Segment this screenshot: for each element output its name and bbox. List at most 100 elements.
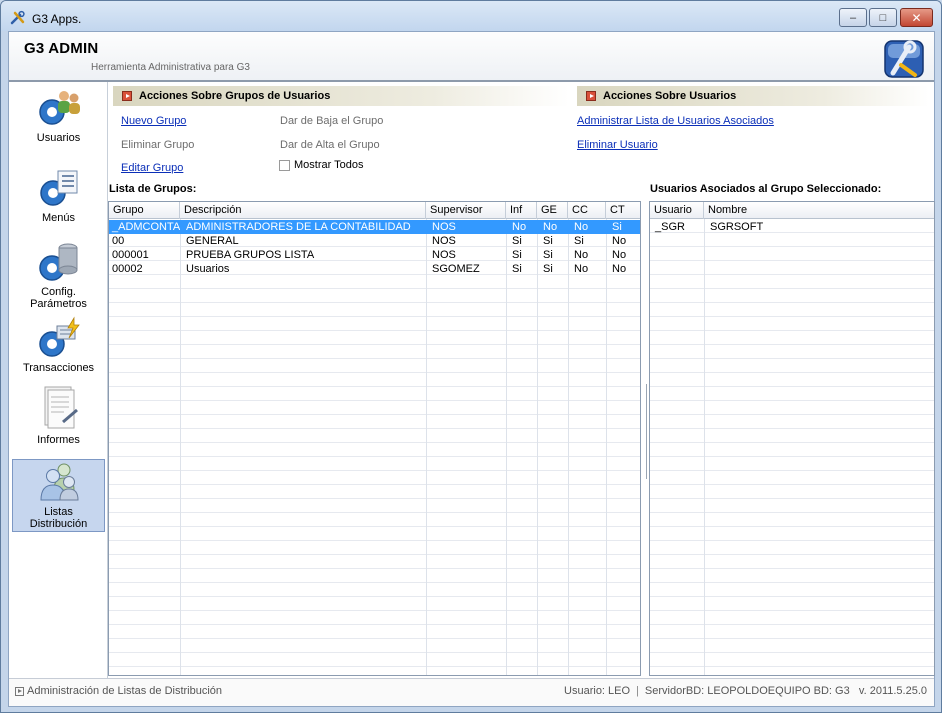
sidebar-item-label: Usuarios bbox=[36, 132, 81, 144]
column-divider bbox=[506, 219, 507, 675]
status-left: Administración de Listas de Distribución bbox=[15, 685, 222, 697]
cell-descripcion: PRUEBA GRUPOS LISTA bbox=[186, 249, 315, 261]
app-header: G3 ADMIN Herramienta Administrativa para… bbox=[9, 32, 934, 82]
menu-gear-icon bbox=[39, 170, 77, 206]
cell-supervisor: NOS bbox=[432, 221, 456, 233]
groups-grid-header: Grupo Descripción Supervisor Inf GE CC C… bbox=[109, 202, 640, 219]
client-area: G3 ADMIN Herramienta Administrativa para… bbox=[8, 31, 935, 707]
status-separator: | bbox=[636, 685, 639, 697]
minimize-button[interactable]: – bbox=[839, 8, 867, 27]
column-header-grupo[interactable]: Grupo bbox=[109, 202, 180, 219]
status-right: Usuario: LEO | ServidorBD: LEOPOLDOEQUIPO … bbox=[564, 685, 927, 697]
app-subtitle: Herramienta Administrativa para G3 bbox=[91, 62, 250, 73]
window-title: G3 Apps. bbox=[32, 12, 82, 26]
sidebar-item-label-line2: Parámetros bbox=[30, 298, 87, 310]
sidebar-item-usuarios[interactable]: Usuarios bbox=[12, 86, 105, 156]
column-divider bbox=[568, 219, 569, 675]
groups-grid[interactable]: Grupo Descripción Supervisor Inf GE CC C… bbox=[108, 201, 641, 676]
column-header-usuario[interactable]: Usuario bbox=[650, 202, 704, 219]
report-icon bbox=[44, 386, 78, 429]
distribution-users-icon bbox=[39, 463, 79, 501]
status-server: ServidorBD: LEOPOLDOEQUIPO bbox=[644, 685, 811, 697]
cell-grupo: 00 bbox=[112, 235, 125, 247]
g3-admin-logo-icon bbox=[884, 40, 924, 78]
column-header-inf[interactable]: Inf bbox=[506, 202, 537, 219]
users-grid-header: Usuario Nombre bbox=[650, 202, 934, 219]
group-actions-header: Acciones Sobre Grupos de Usuarios bbox=[113, 86, 569, 106]
cell-inf: Si bbox=[512, 235, 522, 247]
users-grid[interactable]: Usuario Nombre _SGR SGRSOFT bbox=[649, 201, 935, 676]
sidebar-item-transacciones[interactable]: Transacciones bbox=[12, 316, 105, 384]
cell-nombre: SGRSOFT bbox=[710, 221, 764, 233]
sidebar-item-config-parametros[interactable]: Config. Parámetros bbox=[12, 240, 105, 320]
title-bar[interactable]: G3 Apps. – □ ✕ bbox=[1, 1, 941, 31]
maximize-button[interactable]: □ bbox=[869, 8, 897, 27]
cell-cc: Si bbox=[574, 235, 584, 247]
cell-ct: No bbox=[612, 235, 627, 247]
delete-user-link[interactable]: Eliminar Usuario bbox=[577, 139, 658, 151]
sidebar-item-label: Transacciones bbox=[22, 362, 95, 374]
transactions-gear-icon bbox=[38, 316, 80, 357]
cell-usuario: _SGR bbox=[655, 221, 685, 233]
sidebar-item-label: Listas bbox=[44, 506, 73, 518]
new-group-link[interactable]: Nuevo Grupo bbox=[121, 115, 186, 127]
edit-group-link[interactable]: Editar Grupo bbox=[121, 162, 183, 174]
column-divider bbox=[426, 219, 427, 675]
show-all-checkbox[interactable]: Mostrar Todos bbox=[279, 159, 364, 171]
cell-ge: Si bbox=[543, 249, 553, 261]
sidebar-item-menus[interactable]: Menús bbox=[12, 166, 105, 232]
column-header-nombre[interactable]: Nombre bbox=[704, 202, 934, 219]
main-content: Acciones Sobre Grupos de Usuarios Accion… bbox=[108, 84, 935, 678]
status-arrow-icon bbox=[15, 686, 24, 696]
table-row[interactable]: 00002 Usuarios SGOMEZ Si Si No No bbox=[109, 262, 640, 276]
section-marker-icon bbox=[122, 91, 132, 101]
column-header-ge[interactable]: GE bbox=[537, 202, 568, 219]
section-marker-icon bbox=[586, 91, 596, 101]
deactivate-group-link[interactable]: Dar de Baja el Grupo bbox=[280, 115, 383, 127]
sidebar-item-label: Informes bbox=[37, 434, 80, 446]
status-bar: Administración de Listas de Distribución… bbox=[9, 678, 934, 706]
cell-inf: No bbox=[512, 221, 527, 233]
users-grid-body bbox=[650, 219, 934, 675]
table-row[interactable]: _SGR SGRSOFT bbox=[650, 220, 934, 234]
table-row[interactable]: 00 GENERAL NOS Si Si Si No bbox=[109, 234, 640, 248]
cell-ge: No bbox=[543, 221, 558, 233]
sidebar-item-listas-distribucion[interactable]: Listas Distribución bbox=[12, 459, 105, 532]
checkbox-box[interactable] bbox=[279, 159, 290, 171]
users-gear-icon bbox=[38, 91, 80, 125]
status-db: BD: G3 bbox=[813, 685, 850, 697]
cell-cc: No bbox=[574, 221, 589, 233]
close-button[interactable]: ✕ bbox=[900, 8, 933, 27]
sidebar: Usuarios Menús Config. Parámetros Transa… bbox=[9, 82, 108, 678]
table-row[interactable]: 000001 PRUEBA GRUPOS LISTA NOS Si Si No … bbox=[109, 248, 640, 262]
tools-icon bbox=[10, 10, 25, 25]
user-actions-title: Acciones Sobre Usuarios bbox=[603, 90, 737, 102]
cell-ct: Si bbox=[612, 221, 622, 233]
cell-ge: Si bbox=[543, 263, 553, 275]
cell-supervisor: SGOMEZ bbox=[432, 263, 480, 275]
column-header-cc[interactable]: CC bbox=[568, 202, 606, 219]
sidebar-item-label: Menús bbox=[41, 212, 76, 224]
activate-group-link[interactable]: Dar de Alta el Grupo bbox=[280, 139, 380, 151]
column-divider bbox=[180, 219, 181, 675]
column-header-supervisor[interactable]: Supervisor bbox=[426, 202, 506, 219]
group-actions-title: Acciones Sobre Grupos de Usuarios bbox=[139, 90, 331, 102]
show-all-label: Mostrar Todos bbox=[294, 159, 364, 171]
cell-grupo: _ADMCONTA bbox=[112, 221, 180, 233]
column-header-descripcion[interactable]: Descripción bbox=[180, 202, 426, 219]
column-divider bbox=[704, 219, 705, 675]
delete-group-link[interactable]: Eliminar Grupo bbox=[121, 139, 194, 151]
status-user: Usuario: LEO bbox=[564, 685, 631, 697]
cell-ge: Si bbox=[543, 235, 553, 247]
app-name: G3 ADMIN bbox=[24, 40, 99, 57]
cell-ct: No bbox=[612, 263, 627, 275]
sidebar-item-label-line2: Distribución bbox=[29, 518, 88, 530]
column-header-ct[interactable]: CT bbox=[606, 202, 640, 219]
table-row[interactable]: _ADMCONTA ADMINISTRADORES DE LA CONTABIL… bbox=[109, 220, 640, 234]
sidebar-item-informes[interactable]: Informes bbox=[12, 384, 105, 454]
column-divider bbox=[606, 219, 607, 675]
app-window: G3 Apps. – □ ✕ G3 ADMIN Herramienta Admi… bbox=[0, 0, 942, 713]
cell-descripcion: Usuarios bbox=[186, 263, 230, 275]
manage-users-link[interactable]: Administrar Lista de Usuarios Asociados bbox=[577, 115, 774, 127]
splitter-handle[interactable] bbox=[646, 384, 648, 479]
